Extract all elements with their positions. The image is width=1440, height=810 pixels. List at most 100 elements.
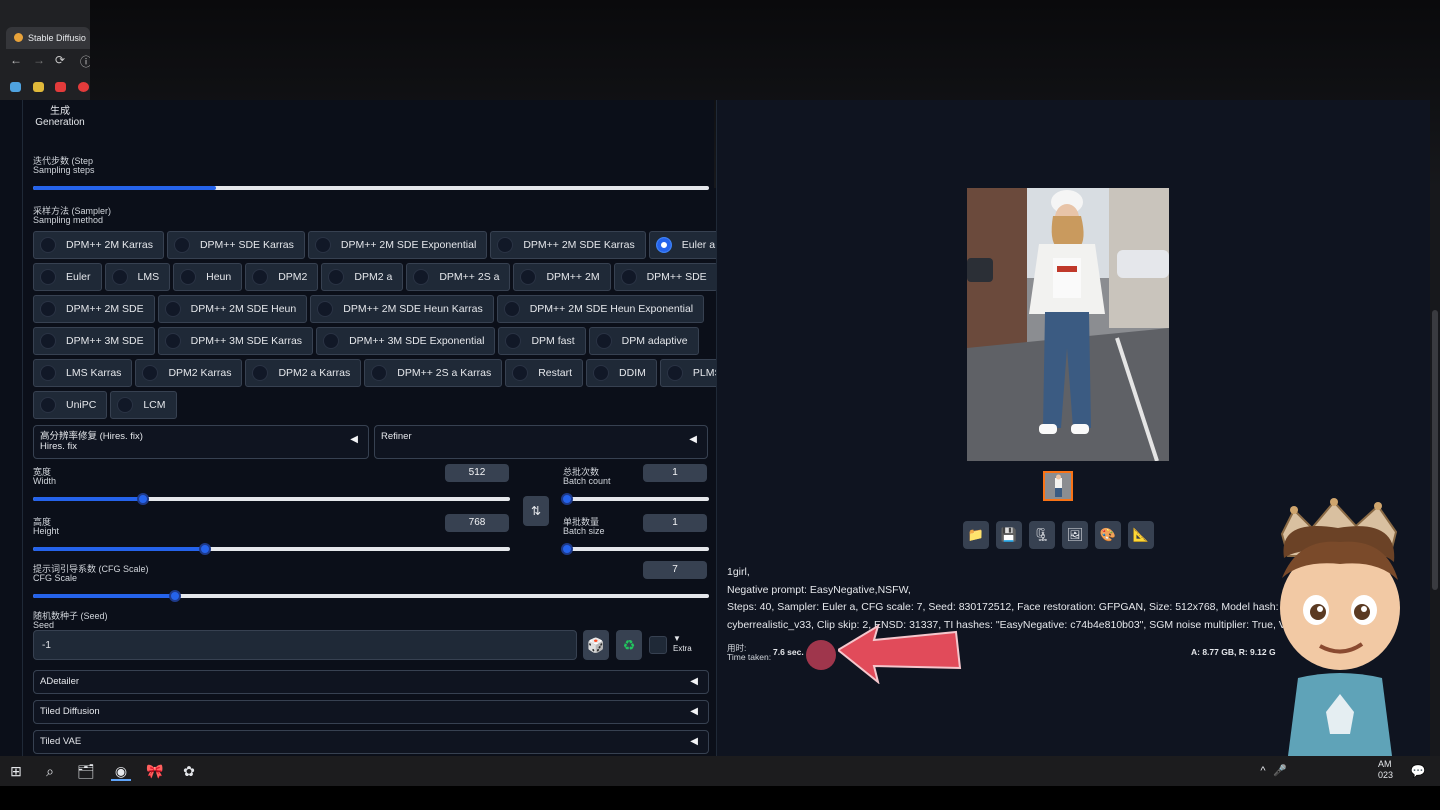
- reload-icon[interactable]: ⟳: [55, 53, 65, 67]
- sampler-option[interactable]: Restart: [505, 359, 584, 387]
- tab-generation[interactable]: 生成 Generation: [33, 106, 87, 128]
- sampler-option[interactable]: DPM++ 2S a: [406, 263, 511, 291]
- send-to-img2img-icon[interactable]: 🖼: [1062, 521, 1088, 549]
- cfg-slider-thumb[interactable]: [168, 590, 181, 602]
- steps-slider[interactable]: [33, 186, 709, 190]
- sampler-option[interactable]: DPM2 a: [321, 263, 404, 291]
- refiner-accordion[interactable]: Refiner ◀: [374, 425, 708, 459]
- sampler-option[interactable]: DPM++ 2M: [513, 263, 611, 291]
- forward-icon[interactable]: →: [33, 53, 45, 67]
- bookmark-icon[interactable]: [33, 82, 44, 92]
- radio-button-icon[interactable]: [503, 301, 520, 317]
- sampler-option[interactable]: DPM2: [245, 263, 319, 291]
- sampler-option[interactable]: UniPC: [33, 391, 108, 419]
- width-slider-thumb[interactable]: [136, 493, 149, 505]
- app-icon[interactable]: 🎀: [145, 761, 165, 781]
- height-slider[interactable]: [33, 543, 510, 555]
- random-seed-button[interactable]: 🎲: [583, 630, 609, 660]
- sampler-option[interactable]: Euler a: [648, 231, 727, 259]
- sampler-option[interactable]: DPM++ 3M SDE: [33, 327, 155, 355]
- height-input[interactable]: 768: [445, 514, 509, 532]
- sampler-option[interactable]: DPM++ 2M SDE Heun: [157, 295, 308, 323]
- batch-count-slider[interactable]: [561, 493, 709, 505]
- reuse-seed-button[interactable]: ♻: [616, 630, 642, 660]
- radio-button-icon[interactable]: [40, 365, 56, 381]
- sampler-option[interactable]: DPM adaptive: [588, 327, 699, 355]
- radio-button-icon[interactable]: [117, 397, 134, 413]
- radio-button-icon[interactable]: [40, 301, 56, 317]
- radio-button-icon[interactable]: [252, 269, 269, 285]
- batch-size-input[interactable]: 1: [643, 514, 707, 532]
- sampler-option[interactable]: Euler: [33, 263, 102, 291]
- sampler-option[interactable]: DPM++ 2M Karras: [33, 231, 164, 259]
- sampler-option[interactable]: DPM++ SDE Karras: [166, 231, 305, 259]
- sampler-option[interactable]: DPM++ SDE: [613, 263, 718, 291]
- batch-size-slider[interactable]: [561, 543, 709, 555]
- open-folder-icon[interactable]: 📁: [963, 521, 989, 549]
- notification-icon[interactable]: 💬: [1408, 761, 1428, 781]
- search-icon[interactable]: ⌕: [40, 761, 60, 781]
- sampler-option[interactable]: DPM2 Karras: [135, 359, 243, 387]
- radio-button-icon[interactable]: [317, 301, 334, 317]
- swap-dimensions-button[interactable]: ⇅: [523, 496, 549, 526]
- file-explorer-icon[interactable]: 🗂: [76, 761, 96, 781]
- bookmark-icon[interactable]: [10, 82, 21, 92]
- sampler-option[interactable]: Heun: [173, 263, 243, 291]
- batch-count-thumb[interactable]: [561, 493, 573, 505]
- radio-button-icon[interactable]: [505, 333, 522, 349]
- cfg-slider[interactable]: [33, 590, 709, 602]
- scrollbar-thumb[interactable]: [1432, 310, 1438, 590]
- start-icon[interactable]: ⊞: [6, 761, 26, 781]
- settings-app-icon[interactable]: ✿: [179, 761, 199, 781]
- radio-button-icon[interactable]: [497, 237, 514, 253]
- sampler-option[interactable]: DPM++ 2M SDE Heun Karras: [310, 295, 494, 323]
- height-slider-thumb[interactable]: [198, 543, 211, 555]
- width-input[interactable]: 512: [445, 464, 509, 482]
- batch-size-thumb[interactable]: [561, 543, 573, 555]
- radio-button-icon[interactable]: [323, 333, 340, 349]
- radio-button-icon[interactable]: [314, 237, 331, 253]
- youtube-icon[interactable]: [78, 82, 89, 92]
- radio-button-icon[interactable]: [164, 333, 181, 349]
- sampler-option[interactable]: LMS Karras: [33, 359, 133, 387]
- back-icon[interactable]: ←: [10, 53, 22, 67]
- radio-button-icon[interactable]: [173, 237, 190, 253]
- youtube-icon[interactable]: [55, 82, 66, 92]
- sampler-option[interactable]: DPM++ 2M SDE Heun Exponential: [496, 295, 705, 323]
- chrome-icon[interactable]: ◉: [111, 761, 131, 781]
- sampler-option[interactable]: DDIM: [586, 359, 657, 387]
- adetailer-accordion[interactable]: ADetailer ◀: [33, 670, 709, 694]
- tiled-diffusion-accordion[interactable]: Tiled Diffusion ◀: [33, 700, 709, 724]
- radio-button-icon[interactable]: [40, 237, 56, 253]
- sampler-option[interactable]: DPM++ 2S a Karras: [364, 359, 503, 387]
- generated-image[interactable]: [967, 188, 1169, 461]
- radio-button-icon[interactable]: [371, 365, 388, 381]
- radio-button-icon[interactable]: [328, 269, 345, 285]
- radio-button-icon[interactable]: [512, 365, 529, 381]
- sampler-option[interactable]: DPM++ 2M SDE Karras: [490, 231, 646, 259]
- browser-tab[interactable]: Stable Diffusio: [6, 27, 90, 49]
- radio-button-icon[interactable]: [595, 333, 612, 349]
- gallery-thumbnail[interactable]: [1043, 471, 1073, 501]
- sampler-option[interactable]: DPM++ 2M SDE: [33, 295, 155, 323]
- tiled-vae-accordion[interactable]: Tiled VAE ◀: [33, 730, 709, 754]
- microphone-icon[interactable]: 🎤: [1270, 761, 1290, 781]
- hires-fix-accordion[interactable]: 高分辨率修复 (Hires. fix) Hires. fix ◀: [33, 425, 369, 459]
- extra-checkbox[interactable]: [649, 636, 667, 654]
- radio-button-icon[interactable]: [620, 269, 637, 285]
- seed-input[interactable]: -1: [33, 630, 577, 660]
- send-to-extras-icon[interactable]: 📐: [1128, 521, 1154, 549]
- radio-button-icon[interactable]: [40, 333, 56, 349]
- save-icon[interactable]: 💾: [996, 521, 1022, 549]
- sampler-option[interactable]: DPM fast: [498, 327, 586, 355]
- radio-button-icon[interactable]: [252, 365, 269, 381]
- send-to-inpaint-icon[interactable]: 🎨: [1095, 521, 1121, 549]
- batch-count-input[interactable]: 1: [643, 464, 707, 482]
- radio-button-icon[interactable]: [413, 269, 430, 285]
- radio-button-icon[interactable]: [164, 301, 181, 317]
- sampler-option[interactable]: LCM: [110, 391, 177, 419]
- sampler-option[interactable]: DPM++ 3M SDE Karras: [157, 327, 314, 355]
- radio-button-icon[interactable]: [180, 269, 197, 285]
- radio-button-icon[interactable]: [40, 269, 56, 285]
- radio-button-icon[interactable]: [520, 269, 537, 285]
